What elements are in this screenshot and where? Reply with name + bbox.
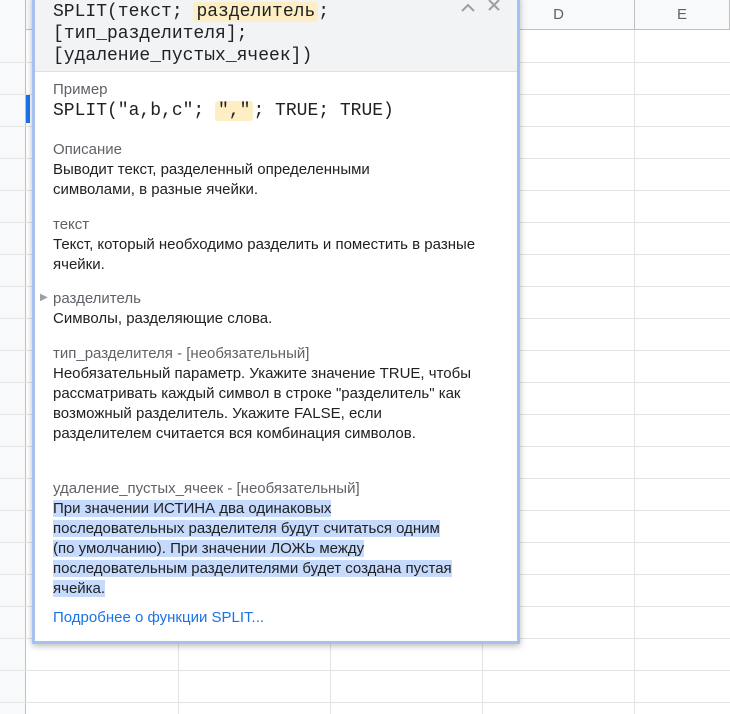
signature-line2: [тип_разделителя]; [53, 24, 248, 44]
arg-text-label: текст [53, 216, 90, 233]
arg-remove-empty-label: удаление_пустых_ячеек - [необязательный] [53, 480, 360, 497]
example-code-highlight: "," [215, 101, 254, 121]
arg-split-by-each-section: тип_разделителя - [необязательный] Необя… [53, 344, 508, 444]
description-section: Описание Выводит текст, разделенный опре… [53, 140, 508, 200]
arg-split-by-each-label: тип_разделителя - [необязательный] [53, 345, 310, 362]
arg-split-by-each-description: Необязательный параметр. Укажите значени… [53, 365, 471, 442]
learn-more-link[interactable]: Подробнее о функции SPLIT... [53, 609, 264, 626]
arg-remove-empty-section: удаление_пустых_ячеек - [необязательный]… [53, 479, 508, 599]
chevron-up-icon[interactable] [457, 0, 479, 17]
function-signature: SPLIT(текст; разделитель; [тип_разделите… [53, 1, 443, 67]
signature-line3: [удаление_пустых_ячеек]) [53, 46, 313, 66]
selected-text-line: последовательным разделителями будет соз… [53, 560, 452, 577]
popup-header: SPLIT(текст; разделитель; [тип_разделите… [35, 0, 517, 72]
caret-right-icon: ▶ [40, 292, 48, 303]
signature-line1-end: ; [318, 2, 330, 22]
grid-line [0, 670, 730, 671]
grid-line [634, 30, 635, 714]
selected-text-line: последовательных разделителя будут счита… [53, 520, 440, 537]
active-cell-border [26, 95, 30, 123]
description-label: Описание [53, 141, 123, 158]
arg-remove-empty-description: При значении ИСТИНА два одинаковых после… [53, 499, 508, 599]
grid-line [0, 702, 730, 703]
signature-current-arg: разделитель [193, 2, 319, 22]
example-code: SPLIT("a,b,c"; ","; TRUE; TRUE) [53, 100, 508, 122]
arg-text-description: Текст, который необходимо разделить и по… [53, 236, 476, 273]
arg-delimiter-label: разделитель [53, 290, 141, 307]
example-code-start: SPLIT("a,b,c"; [53, 101, 216, 121]
column-header-d-label: D [553, 6, 564, 23]
example-code-end: ; TRUE; TRUE) [253, 101, 394, 121]
description-text: Выводит текст, разделенный определенными… [53, 161, 370, 198]
selected-text-line: При значении ИСТИНА два одинаковых [53, 500, 332, 517]
column-header-e-label: E [676, 6, 687, 23]
example-label: Пример [53, 81, 108, 98]
function-help-popup: SPLIT(текст; разделитель; [тип_разделите… [32, 0, 520, 644]
arg-delimiter-section: разделитель Символы, разделяющие слова. [53, 289, 508, 329]
selected-text-line: ячейка. [53, 580, 106, 597]
arg-delimiter-description: Символы, разделяющие слова. [53, 310, 273, 327]
example-section: Пример SPLIT("a,b,c"; ","; TRUE; TRUE) [53, 80, 508, 122]
selected-text-line: (по умолчанию). При значении ЛОЖЬ между [53, 540, 365, 557]
signature-func-open: SPLIT(текст; [53, 2, 194, 22]
close-icon[interactable] [483, 0, 505, 17]
column-header-e[interactable]: E [635, 0, 730, 30]
arg-text-section: текст Текст, который необходимо разделит… [53, 215, 508, 275]
